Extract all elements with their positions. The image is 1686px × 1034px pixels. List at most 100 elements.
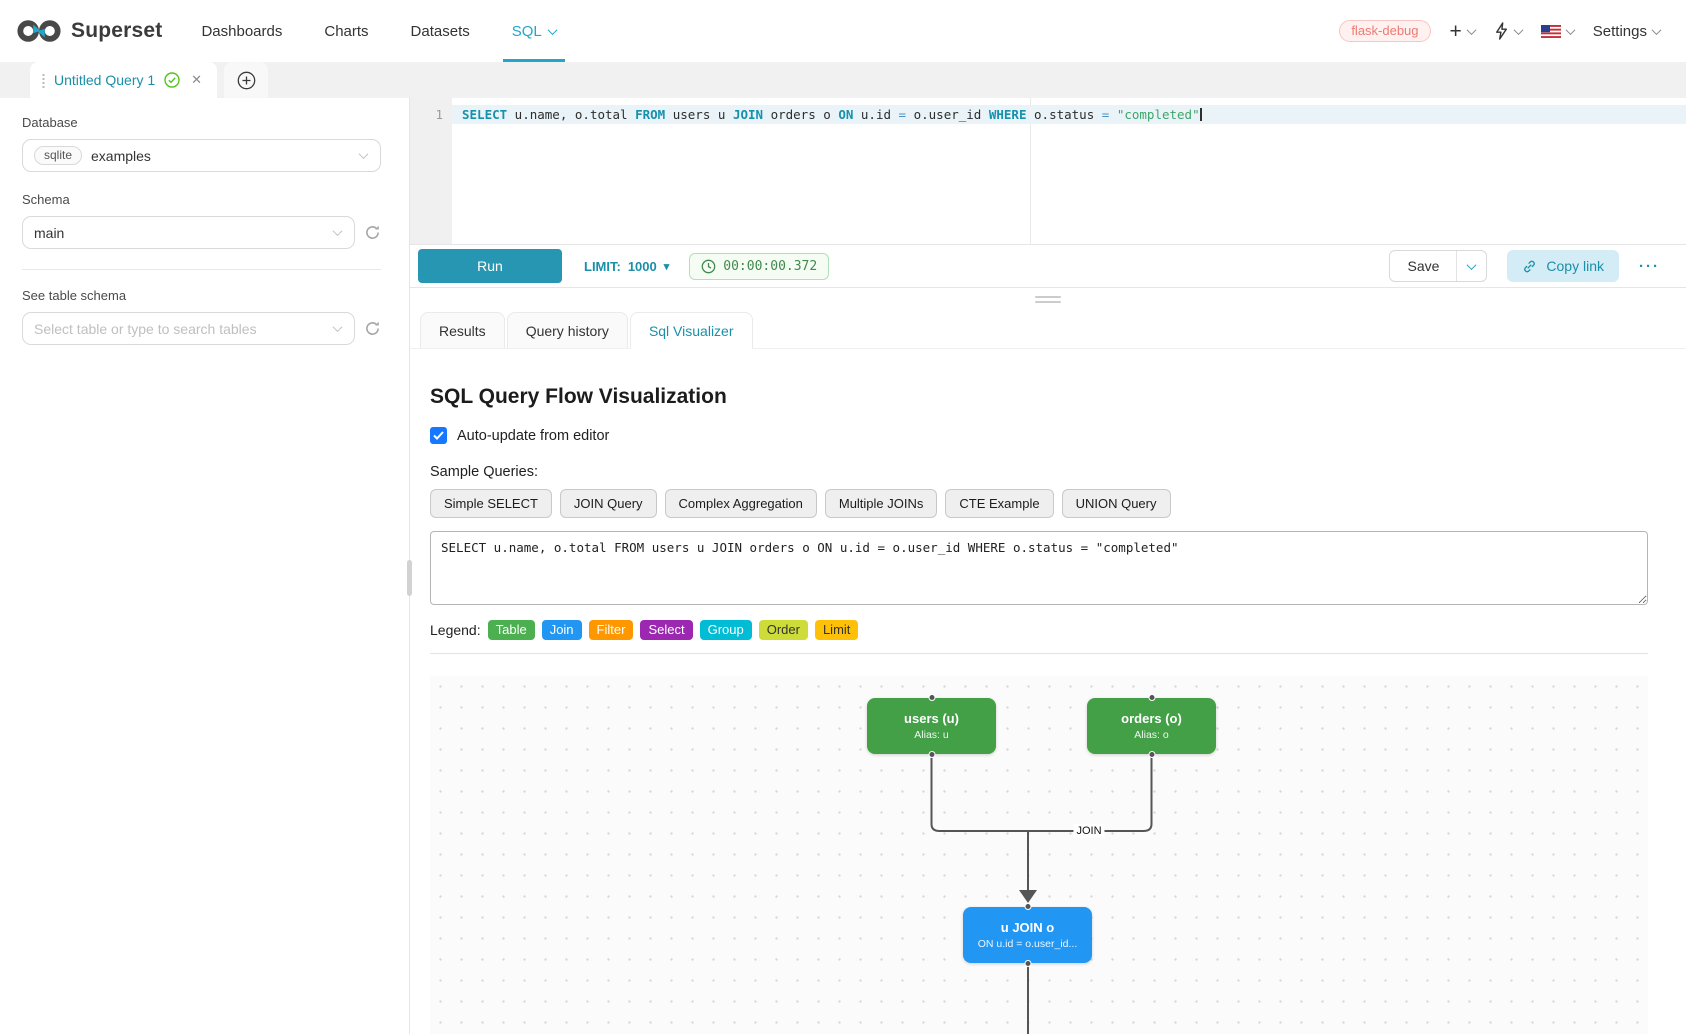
editor-code-area[interactable]: SELECT u.name, o.total FROM users u JOIN… <box>452 98 1686 244</box>
database-select[interactable]: sqlite examples <box>22 139 381 172</box>
sql-token-plain <box>1109 107 1117 122</box>
legend-badge-limit: Limit <box>815 620 858 640</box>
environment-tag: flask-debug <box>1339 20 1430 42</box>
nav-item-label: Charts <box>324 23 368 40</box>
auto-update-checkbox[interactable] <box>430 427 447 444</box>
navbar-right: flask-debug + Set <box>1339 20 1660 42</box>
save-button-group: Save <box>1389 250 1487 282</box>
result-tabs: ResultsQuery historySql Visualizer <box>410 312 1686 349</box>
chevron-down-icon <box>1466 25 1476 35</box>
sample-query-button-simple-select[interactable]: Simple SELECT <box>430 489 552 518</box>
pane-resize-handle[interactable] <box>1035 296 1061 306</box>
elapsed-time: 00:00:00.372 <box>723 259 817 274</box>
sql-token-plain: users u <box>665 107 733 122</box>
adhoc-query-menu[interactable] <box>1494 22 1522 40</box>
chevron-down-icon <box>1652 25 1662 35</box>
sql-token-plain: u.id <box>853 107 898 122</box>
navbar: Superset Dashboards Charts Datasets SQL fla… <box>0 0 1686 62</box>
chevron-down-icon <box>547 25 557 35</box>
close-icon[interactable]: ✕ <box>191 72 202 88</box>
chevron-down-icon <box>359 149 369 159</box>
query-text-input[interactable]: SELECT u.name, o.total FROM users u JOIN… <box>430 531 1648 605</box>
page-title: SQL Query Flow Visualization <box>430 385 1648 409</box>
connection-handle[interactable] <box>1148 751 1155 758</box>
settings-menu[interactable]: Settings <box>1593 23 1660 40</box>
table-select[interactable]: Select table or type to search tables <box>22 312 355 345</box>
sql-token-plain: orders o <box>763 107 838 122</box>
node-subtitle: ON u.id = o.user_id... <box>978 938 1078 950</box>
check-icon <box>433 431 444 440</box>
connection-handle[interactable] <box>1024 960 1031 967</box>
save-dropdown-button[interactable] <box>1457 251 1486 281</box>
chevron-down-icon <box>333 226 343 236</box>
copy-link-button[interactable]: Copy link <box>1507 250 1619 282</box>
new-menu[interactable]: + <box>1450 21 1475 42</box>
connection-handle[interactable] <box>1148 694 1155 701</box>
limit-dropdown[interactable]: LIMIT: 1000 ▾ <box>584 259 669 274</box>
link-icon <box>1522 259 1537 274</box>
content-divider <box>430 653 1648 654</box>
sample-query-button-union-query[interactable]: UNION Query <box>1062 489 1171 518</box>
sql-token-kw: ON <box>838 107 853 122</box>
save-button[interactable]: Save <box>1390 251 1457 281</box>
flow-node-users[interactable]: users (u)Alias: u <box>867 698 996 754</box>
sqllab-sidebar: Database sqlite examples Schema main <box>0 98 410 1034</box>
nav-item-sql[interactable]: SQL <box>491 0 577 62</box>
schema-select[interactable]: main <box>22 216 355 249</box>
nav-item-label: SQL <box>512 23 542 40</box>
nav-item-dashboards[interactable]: Dashboards <box>180 0 303 62</box>
legend-badge-group: Group <box>700 620 752 640</box>
line-number: 1 <box>410 105 443 124</box>
query-tab-active[interactable]: Untitled Query 1 ✕ <box>30 62 217 98</box>
node-title: orders (o) <box>1121 711 1182 726</box>
nav-item-charts[interactable]: Charts <box>303 0 389 62</box>
language-menu[interactable] <box>1541 25 1574 38</box>
run-button[interactable]: Run <box>418 249 562 283</box>
node-subtitle: Alias: u <box>914 729 948 741</box>
sql-visualizer-pane: SQL Query Flow Visualization Auto-update… <box>410 349 1686 1034</box>
refresh-icon[interactable] <box>364 320 381 337</box>
flow-canvas[interactable]: JOIN users (u)Alias: u orders (o)Alias: o… <box>430 676 1648 1034</box>
add-query-tab-button[interactable] <box>224 62 268 98</box>
lightning-icon <box>1494 22 1509 40</box>
tab-results[interactable]: Results <box>420 312 505 348</box>
drag-handle-icon[interactable] <box>42 73 45 88</box>
plus-circle-icon <box>237 71 256 90</box>
sample-query-button-cte-example[interactable]: CTE Example <box>945 489 1053 518</box>
sample-query-button-complex-aggregation[interactable]: Complex Aggregation <box>665 489 817 518</box>
tab-query-history[interactable]: Query history <box>507 312 628 348</box>
database-engine-tag: sqlite <box>34 146 82 165</box>
nav-item-label: Datasets <box>411 23 470 40</box>
database-label: Database <box>22 115 381 130</box>
sample-queries-label: Sample Queries: <box>430 464 1648 480</box>
flow-node-join[interactable]: u JOIN oON u.id = o.user_id... <box>963 907 1092 963</box>
sidebar-resize-handle[interactable] <box>407 560 412 596</box>
connection-handle[interactable] <box>1024 903 1031 910</box>
sample-query-button-join-query[interactable]: JOIN Query <box>560 489 657 518</box>
sql-editor[interactable]: 1 SELECT u.name, o.total FROM users u JO… <box>410 98 1686 245</box>
refresh-icon[interactable] <box>364 224 381 241</box>
superset-logo[interactable]: Superset <box>16 18 162 44</box>
schema-value: main <box>34 225 325 241</box>
clock-icon <box>701 259 716 274</box>
schema-label: Schema <box>22 192 381 207</box>
tab-sql-visualizer[interactable]: Sql Visualizer <box>630 312 753 348</box>
edge-label-join: JOIN <box>1073 824 1104 838</box>
nav-items: Dashboards Charts Datasets SQL <box>180 0 576 62</box>
sql-token-kw: JOIN <box>733 107 763 122</box>
flow-node-orders[interactable]: orders (o)Alias: o <box>1087 698 1216 754</box>
more-actions-button[interactable]: ··· <box>1639 258 1660 275</box>
sample-query-button-multiple-joins[interactable]: Multiple JOINs <box>825 489 938 518</box>
legend-badge-filter: Filter <box>589 620 634 640</box>
plus-icon: + <box>1450 21 1462 42</box>
sql-token-kw: SELECT <box>462 107 507 122</box>
query-tab-label: Untitled Query 1 <box>54 72 155 88</box>
chevron-down-icon <box>333 322 343 332</box>
sql-token-plain: o.status <box>1027 107 1102 122</box>
sql-token-str: "completed" <box>1117 107 1200 122</box>
superset-infinity-icon <box>16 18 62 44</box>
connection-handle[interactable] <box>928 694 935 701</box>
nav-item-datasets[interactable]: Datasets <box>390 0 491 62</box>
caret-down-icon: ▾ <box>664 260 670 273</box>
connection-handle[interactable] <box>928 751 935 758</box>
